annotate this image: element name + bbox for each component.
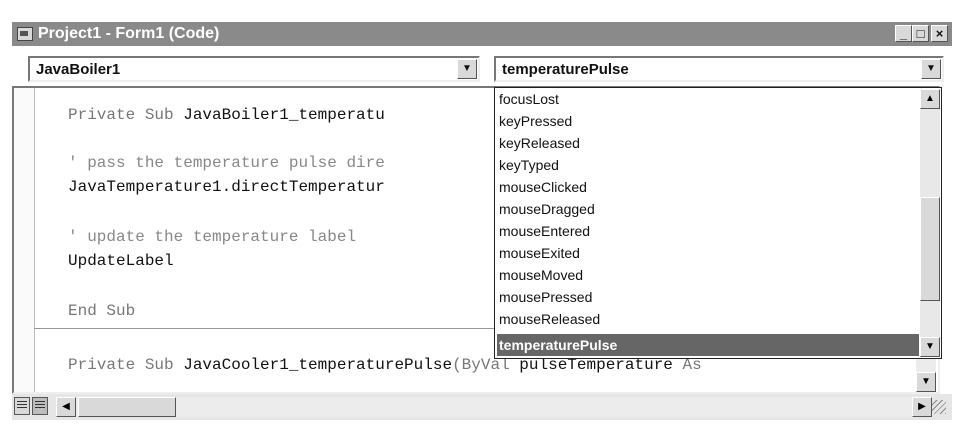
list-item[interactable]: mouseMoved [497, 264, 919, 286]
list-item[interactable]: mouseDragged [497, 198, 919, 220]
scroll-right-icon[interactable]: ▶ [912, 397, 932, 417]
list-item[interactable]: keyPressed [497, 110, 919, 132]
object-combo[interactable]: JavaBoiler1 ▼ [28, 56, 480, 82]
code-comment: ' update the temperature label [68, 228, 357, 246]
full-module-view-icon[interactable] [32, 397, 48, 415]
scroll-thumb[interactable] [78, 397, 176, 417]
margin-indicator-bar[interactable] [14, 88, 35, 392]
scroll-left-icon[interactable]: ◀ [56, 397, 76, 417]
code-line: End Sub [68, 302, 136, 320]
list-item[interactable]: mousePressed [497, 286, 919, 308]
procedure-combo[interactable]: temperaturePulse ▼ [494, 56, 944, 82]
list-item-selected[interactable]: temperaturePulse [497, 334, 919, 356]
procedure-combo-value: temperaturePulse [502, 61, 629, 78]
title-bar[interactable]: Project1 - Form1 (Code) _ □ × [12, 22, 952, 46]
horizontal-scrollbar[interactable]: ◀ ▶ [56, 397, 932, 417]
list-item[interactable]: keyTyped [497, 154, 919, 176]
minimize-icon[interactable]: _ [895, 25, 912, 42]
resize-grip-icon[interactable] [932, 400, 946, 414]
code-line: UpdateLabel [68, 252, 174, 270]
object-combo-value: JavaBoiler1 [36, 61, 121, 78]
list-item[interactable]: mouseReleased [497, 308, 919, 330]
dropdown-scrollbar[interactable]: ▲ ▼ [920, 89, 940, 357]
scroll-up-icon[interactable]: ▲ [920, 89, 940, 109]
scroll-down-icon[interactable]: ▼ [916, 372, 936, 392]
window-title: Project1 - Form1 (Code) [38, 25, 220, 42]
chevron-down-icon[interactable]: ▼ [457, 59, 477, 79]
list-item[interactable]: mouseExited [497, 242, 919, 264]
procedure-dropdown-list[interactable]: focusLost keyPressed keyReleased keyType… [494, 87, 942, 359]
app-icon[interactable] [17, 27, 33, 41]
code-line: JavaTemperature1.directTemperatur [68, 178, 385, 196]
close-icon[interactable]: × [931, 25, 948, 42]
scroll-thumb[interactable] [920, 197, 940, 301]
list-item[interactable]: mouseEntered [497, 220, 919, 242]
list-item[interactable]: keyReleased [497, 132, 919, 154]
scroll-down-icon[interactable]: ▼ [920, 337, 940, 357]
bottom-bar: ◀ ▶ [12, 394, 952, 420]
chevron-down-icon[interactable]: ▼ [921, 59, 941, 79]
code-comment: ' pass the temperature pulse dire [68, 154, 385, 172]
maximize-icon[interactable]: □ [912, 25, 929, 42]
list-item[interactable]: mouseClicked [497, 176, 919, 198]
code-line: Private Sub JavaBoiler1_temperatu [68, 106, 385, 124]
procedure-view-icon[interactable] [14, 397, 30, 415]
code-window: Project1 - Form1 (Code) _ □ × JavaBoiler… [0, 0, 956, 426]
list-item[interactable]: focusLost [497, 88, 919, 110]
